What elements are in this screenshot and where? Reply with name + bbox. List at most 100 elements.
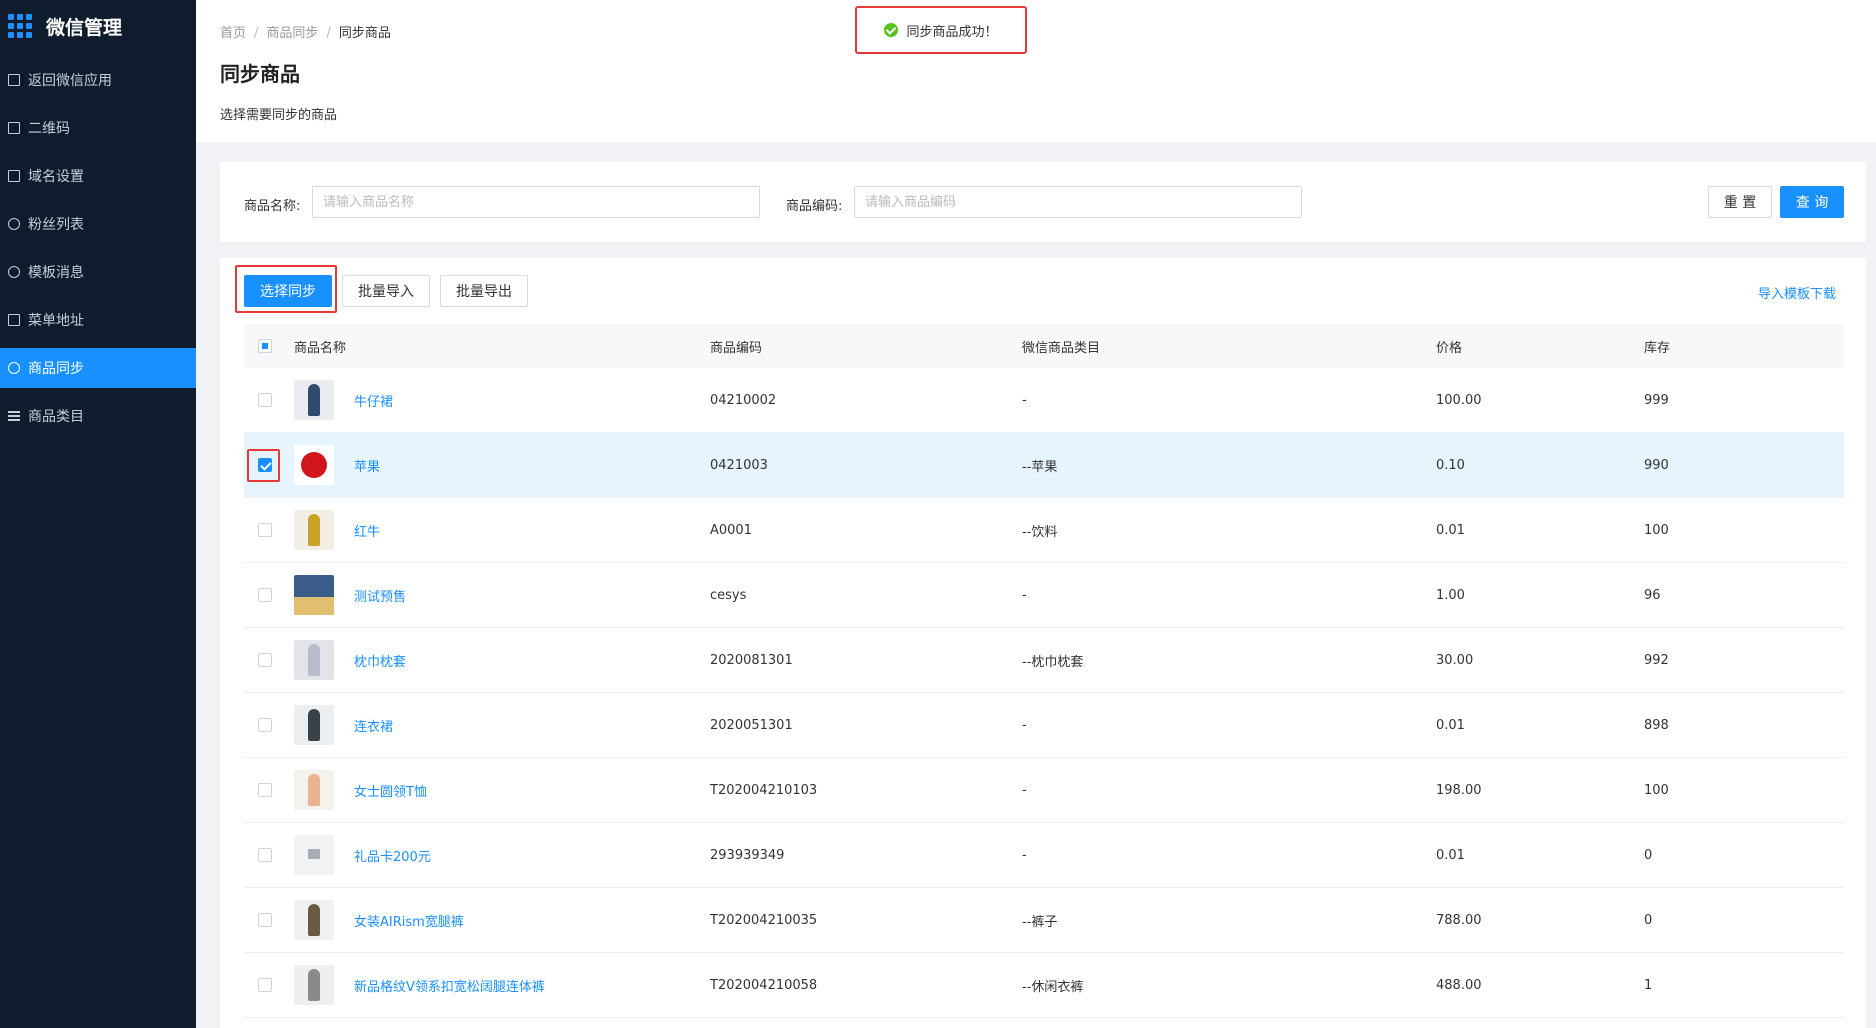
product-category: --裤子 (1022, 914, 1058, 930)
sidebar-item-7[interactable]: 商品类目 (0, 396, 196, 436)
product-thumbnail (294, 380, 334, 420)
qrcode-icon (8, 122, 20, 134)
product-name-link[interactable]: 女装AIRism宽腿裤 (354, 888, 464, 952)
product-price: 0.01 (1436, 847, 1465, 863)
product-stock: 1 (1644, 977, 1653, 993)
brand: 微信管理 (0, 0, 196, 52)
product-name-link[interactable]: 礼品卡200元 (354, 823, 431, 887)
table-row[interactable]: 礼品卡200元 293939349 - 0.01 0 (244, 823, 1844, 888)
product-stock: 96 (1644, 587, 1661, 603)
cloud-icon (8, 362, 20, 374)
product-table-panel: 选择同步 批量导入 批量导出 导入模板下载 商品名称 商品编码 微信商品类目 价… (220, 258, 1866, 1028)
row-checkbox[interactable] (258, 848, 272, 862)
product-stock: 0 (1644, 847, 1653, 863)
breadcrumb-home[interactable]: 首页 (220, 26, 246, 41)
row-checkbox[interactable] (258, 653, 272, 667)
message-icon (8, 266, 20, 278)
product-name-link[interactable]: 新品格纹V领系扣宽松阔腿连体裤 (354, 953, 545, 1017)
table-row[interactable]: 红牛 A0001 --饮料 0.01 100 (244, 498, 1844, 563)
table-row[interactable]: 女士圆领T恤 T202004210103 - 198.00 100 (244, 758, 1844, 823)
page-title: 同步商品 (220, 62, 300, 86)
sidebar-item-label: 商品类目 (28, 409, 84, 425)
product-code: cesys (710, 587, 747, 603)
product-code: A0001 (710, 522, 752, 538)
sidebar: 微信管理 返回微信应用 二维码域名设置粉丝列表模板消息菜单地址商品同步商品类目 (0, 0, 196, 1028)
select-all-checkbox[interactable] (258, 339, 272, 353)
product-name-link[interactable]: 枕巾枕套 (354, 628, 406, 692)
product-name-link[interactable]: 苹果 (354, 433, 380, 497)
breadcrumb-sync[interactable]: 商品同步 (266, 26, 318, 41)
row-checkbox[interactable] (258, 523, 272, 537)
product-code: 2020051301 (710, 717, 793, 733)
template-download-link[interactable]: 导入模板下载 (1758, 283, 1836, 302)
product-category: - (1022, 587, 1027, 603)
product-code: 0421003 (710, 457, 768, 473)
row-checkbox[interactable] (258, 783, 272, 797)
query-button[interactable]: 查 询 (1780, 186, 1844, 218)
sidebar-item-2[interactable]: 域名设置 (0, 156, 196, 196)
product-price: 0.01 (1436, 522, 1465, 538)
product-category: --饮料 (1022, 524, 1058, 540)
apps-grid-icon (8, 14, 32, 38)
menu-check-icon (8, 314, 20, 326)
page-header: 首页 / 商品同步 / 同步商品 同步商品 选择需要同步的商品 (196, 0, 1876, 142)
breadcrumb-separator: / (254, 26, 259, 41)
sidebar-item-5[interactable]: 菜单地址 (0, 300, 196, 340)
batch-import-button[interactable]: 批量导入 (342, 275, 430, 307)
product-thumbnail (294, 965, 334, 1005)
product-name-input[interactable] (312, 186, 760, 218)
row-checkbox[interactable] (258, 718, 272, 732)
row-checkbox[interactable] (258, 588, 272, 602)
product-thumbnail (294, 640, 334, 680)
domain-icon (8, 170, 20, 182)
product-category: - (1022, 717, 1027, 733)
reset-button[interactable]: 重 置 (1708, 186, 1772, 218)
sidebar-item-3[interactable]: 粉丝列表 (0, 204, 196, 244)
sidebar-item-4[interactable]: 模板消息 (0, 252, 196, 292)
row-checkbox[interactable] (258, 978, 272, 992)
product-code: T202004210103 (710, 782, 818, 798)
product-name-link[interactable]: 测试预售 (354, 563, 406, 627)
product-stock: 992 (1644, 652, 1669, 668)
sidebar-item-1[interactable]: 二维码 (0, 108, 196, 148)
page-description: 选择需要同步的商品 (220, 108, 338, 123)
sidebar-item-label: 粉丝列表 (28, 217, 84, 233)
sidebar-item-label: 菜单地址 (28, 313, 84, 329)
product-name-link[interactable]: 红牛 (354, 498, 380, 562)
product-category: - (1022, 782, 1027, 798)
header-stock: 库存 (1644, 340, 1671, 356)
table-header: 商品名称 商品编码 微信商品类目 价格 库存 (244, 324, 1844, 368)
product-code: 2020081301 (710, 652, 793, 668)
product-stock: 0 (1644, 912, 1653, 928)
product-code: T202004210035 (710, 912, 818, 928)
product-price: 0.10 (1436, 457, 1465, 473)
table-row[interactable]: 新品格纹V领系扣宽松阔腿连体裤 T202004210058 --休闲衣裤 488.00… (244, 953, 1844, 1018)
table-row[interactable]: 枕巾枕套 2020081301 --枕巾枕套 30.00 992 (244, 628, 1844, 693)
success-toast: 同步商品成功！ (855, 6, 1027, 54)
table-row[interactable]: 牛仔裙 04210002 - 100.00 999 (244, 368, 1844, 433)
product-price: 1.00 (1436, 587, 1465, 603)
sidebar-item-0[interactable]: 返回微信应用 (0, 60, 196, 100)
product-category: --苹果 (1022, 459, 1058, 475)
product-name-link[interactable]: 连衣裙 (354, 693, 393, 757)
product-price: 0.01 (1436, 717, 1465, 733)
product-thumbnail (294, 510, 334, 550)
row-checkbox[interactable] (258, 913, 272, 927)
table-row[interactable]: 测试预售 cesys - 1.00 96 (244, 563, 1844, 628)
select-sync-button[interactable]: 选择同步 (244, 275, 332, 307)
product-code-input[interactable] (854, 186, 1302, 218)
batch-export-button[interactable]: 批量导出 (440, 275, 528, 307)
return-icon (8, 74, 20, 86)
product-name-link[interactable]: 牛仔裙 (354, 368, 393, 432)
row-checkbox[interactable] (258, 393, 272, 407)
table-row[interactable]: 连衣裙 2020051301 - 0.01 898 (244, 693, 1844, 758)
table-row[interactable]: 苹果 0421003 --苹果 0.10 990 (244, 433, 1844, 498)
product-stock: 898 (1644, 717, 1669, 733)
sidebar-item-6[interactable]: 商品同步 (0, 348, 196, 388)
product-price: 100.00 (1436, 392, 1482, 408)
highlight-box (247, 449, 280, 482)
table-row[interactable]: 女装AIRism宽腿裤 T202004210035 --裤子 788.00 0 (244, 888, 1844, 953)
header-category: 微信商品类目 (1022, 340, 1101, 356)
product-name-link[interactable]: 女士圆领T恤 (354, 758, 427, 822)
product-price: 788.00 (1436, 912, 1482, 928)
